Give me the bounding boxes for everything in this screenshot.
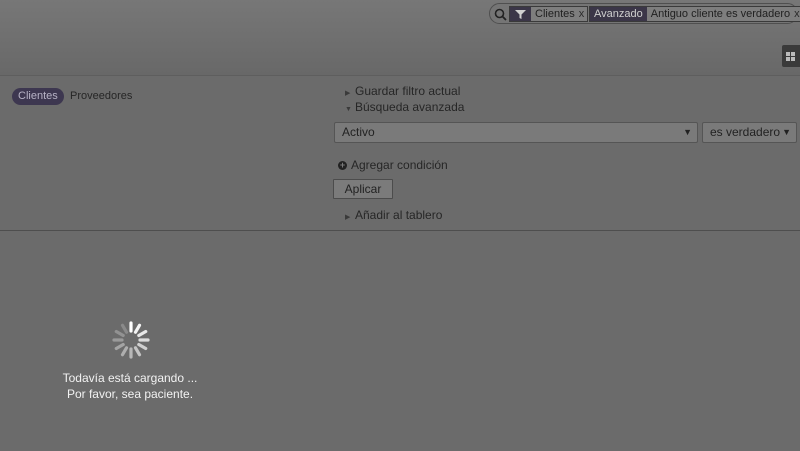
- loading-message-line1: Todavía está cargando ...: [62, 371, 198, 385]
- search-icon[interactable]: [494, 8, 507, 21]
- advanced-search-label: Búsqueda avanzada: [355, 100, 465, 114]
- control-panel: Clientes x Avanzado Antiguo cliente es v…: [0, 0, 800, 76]
- plus-circle-icon: +: [338, 160, 347, 170]
- filter-clientes[interactable]: Clientes: [12, 88, 64, 105]
- grid-icon: [786, 52, 795, 61]
- select-arrow-icon: ▼: [782, 127, 791, 137]
- triangle-down-icon: ▼: [345, 106, 352, 113]
- add-to-dashboard-label: Añadir al tablero: [355, 208, 443, 222]
- triangle-right-icon: ▶: [345, 90, 351, 97]
- loading-spinner-icon: [112, 321, 150, 359]
- facet-value: Antiguo cliente es verdadero: [650, 8, 791, 20]
- field-select[interactable]: Activo ▼: [334, 122, 698, 143]
- select-arrow-icon: ▼: [683, 127, 692, 137]
- add-to-dashboard-toggle[interactable]: ▶ Añadir al tablero: [345, 208, 442, 222]
- view-switch-button[interactable]: [782, 45, 800, 67]
- facet-remove-button[interactable]: x: [579, 8, 585, 20]
- advanced-search-toggle[interactable]: ▼ Búsqueda avanzada: [345, 100, 464, 114]
- divider: [0, 230, 800, 231]
- search-box[interactable]: Clientes x Avanzado Antiguo cliente es v…: [489, 3, 800, 24]
- operator-select[interactable]: es verdadero ▼: [702, 122, 797, 143]
- facet-remove-button[interactable]: x: [794, 8, 800, 20]
- loading-message-line2: Por favor, sea paciente.: [66, 387, 194, 401]
- add-condition-label: Agregar condición: [351, 158, 448, 172]
- save-filter-toggle[interactable]: ▶ Guardar filtro actual: [345, 84, 460, 98]
- filter-icon: [515, 9, 526, 19]
- save-filter-label: Guardar filtro actual: [355, 84, 461, 98]
- triangle-right-icon: ▶: [345, 214, 351, 221]
- filter-proveedores[interactable]: Proveedores: [70, 90, 132, 102]
- facet-value: Clientes: [535, 8, 575, 20]
- search-facet-clientes[interactable]: Clientes x: [509, 6, 589, 22]
- search-facet-avanzado[interactable]: Avanzado Antiguo cliente es verdadero x: [589, 6, 800, 22]
- operator-select-value: es verdadero: [710, 125, 781, 139]
- facet-filter-head: [510, 7, 531, 21]
- facet-head: Avanzado: [590, 7, 647, 21]
- add-condition-link[interactable]: + Agregar condición: [338, 158, 448, 172]
- apply-button[interactable]: Aplicar: [333, 179, 393, 199]
- field-select-value: Activo: [342, 125, 375, 139]
